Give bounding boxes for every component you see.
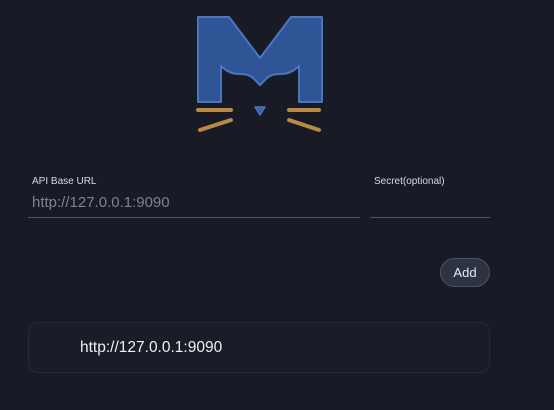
backend-list: http://127.0.0.1:9090 [28,322,490,373]
add-button[interactable]: Add [440,258,490,287]
secret-field: Secret(optional) [370,176,490,224]
logo-whisker-right-bottom [287,118,321,132]
logo-nose [254,106,266,116]
backend-setup-page: API Base URL Secret(optional) Add http:/… [0,0,554,410]
logo-whisker-left-bottom [198,118,233,132]
meow-cat-m-logo-icon [196,16,323,132]
api-base-url-field: API Base URL [28,176,360,224]
logo-m-shape [197,16,323,103]
api-base-url-input[interactable] [28,188,360,218]
secret-label: Secret(optional) [374,176,445,187]
api-base-url-label: API Base URL [32,176,97,187]
backend-url: http://127.0.0.1:9090 [80,338,223,356]
secret-input[interactable] [370,188,490,218]
backend-list-item[interactable]: http://127.0.0.1:9090 [28,322,490,373]
